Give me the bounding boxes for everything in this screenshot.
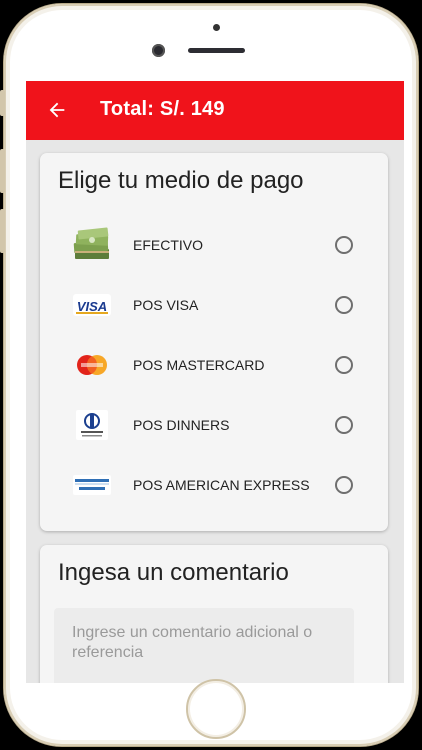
proximity-sensor <box>213 24 220 31</box>
radio-button[interactable] <box>335 356 353 374</box>
payment-method-heading: Elige tu medio de pago <box>58 167 304 194</box>
diners-club-icon <box>76 410 108 440</box>
payment-option-label: POS MASTERCARD <box>133 357 265 373</box>
earpiece-speaker <box>188 48 245 53</box>
phone-mute-switch <box>0 90 5 116</box>
payment-option-label: EFECTIVO <box>133 237 204 253</box>
comment-heading: Ingesa un comentario <box>58 559 289 586</box>
radio-button[interactable] <box>335 416 353 434</box>
mastercard-icon <box>77 355 107 375</box>
app-screen: Total: S/. 149 Elige tu medio de pago EF… <box>26 81 404 683</box>
order-total-title: Total: S/. 149 <box>100 98 225 120</box>
home-button[interactable] <box>186 679 246 739</box>
visa-icon: VISA <box>73 294 111 316</box>
comment-card: Ingesa un comentario <box>40 545 388 683</box>
comment-input[interactable] <box>72 623 357 678</box>
cash-icon <box>73 227 109 259</box>
payment-option-label: POS DINNERS <box>133 417 230 433</box>
payment-option-pos-mastercard[interactable]: POS MASTERCARD <box>72 341 392 389</box>
radio-button[interactable] <box>335 296 353 314</box>
payment-option-pos-dinners[interactable]: POS DINNERS <box>72 401 392 449</box>
phone-frame: Total: S/. 149 Elige tu medio de pago EF… <box>0 4 418 746</box>
front-camera <box>152 44 165 57</box>
american-express-icon <box>73 475 111 495</box>
payment-option-label: POS AMERICAN EXPRESS <box>133 477 310 493</box>
phone-volume-up <box>0 149 5 193</box>
phone-volume-down <box>0 209 5 253</box>
app-bar: Total: S/. 149 <box>26 81 404 140</box>
arrow-left-icon[interactable] <box>46 99 68 121</box>
radio-button[interactable] <box>335 476 353 494</box>
payment-option-pos-american-express[interactable]: POS AMERICAN EXPRESS <box>72 461 392 509</box>
radio-button[interactable] <box>335 236 353 254</box>
payment-option-efectivo[interactable]: EFECTIVO <box>72 221 392 269</box>
payment-option-pos-visa[interactable]: VISA POS VISA <box>72 281 392 329</box>
payment-method-card: Elige tu medio de pago EFECTIVO VISA POS… <box>40 153 388 531</box>
payment-option-label: POS VISA <box>133 297 199 313</box>
svg-text:VISA: VISA <box>77 299 107 314</box>
